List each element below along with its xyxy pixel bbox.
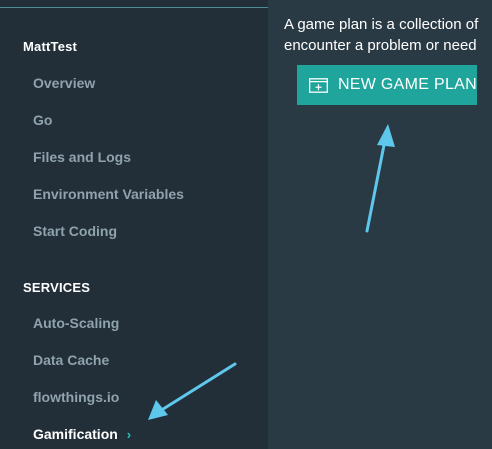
sidebar-item-overview[interactable]: Overview [33,75,95,91]
sidebar-item-data-cache[interactable]: Data Cache [33,352,109,368]
sidebar-item-go[interactable]: Go [33,112,52,128]
intro-line-1: A game plan is a collection of [284,16,479,33]
intro-text: A game plan is a collection of encounter… [284,14,492,56]
new-game-plan-button[interactable]: NEW GAME PLAN [297,65,477,105]
plus-box-icon [309,77,328,93]
app-window: MattTest Overview Go Files and Logs Envi… [0,0,492,449]
sidebar-item-environment-variables[interactable]: Environment Variables [33,186,184,202]
sidebar-item-flowthings[interactable]: flowthings.io [33,389,119,405]
intro-line-2: encounter a problem or need [284,37,477,54]
services-heading: SERVICES [23,280,91,295]
main-content: A game plan is a collection of encounter… [268,0,492,449]
chevron-right-icon: › [126,427,132,442]
project-heading: MattTest [23,39,78,54]
new-game-plan-label: NEW GAME PLAN [337,76,477,93]
sidebar: MattTest Overview Go Files and Logs Envi… [0,0,268,449]
sidebar-item-auto-scaling[interactable]: Auto-Scaling [33,315,119,331]
sidebar-item-files-and-logs[interactable]: Files and Logs [33,149,131,165]
sidebar-item-start-coding[interactable]: Start Coding [33,223,117,239]
sidebar-top-divider [0,7,268,8]
sidebar-item-label: Gamification [33,426,118,442]
sidebar-item-gamification[interactable]: Gamification › [33,426,131,442]
